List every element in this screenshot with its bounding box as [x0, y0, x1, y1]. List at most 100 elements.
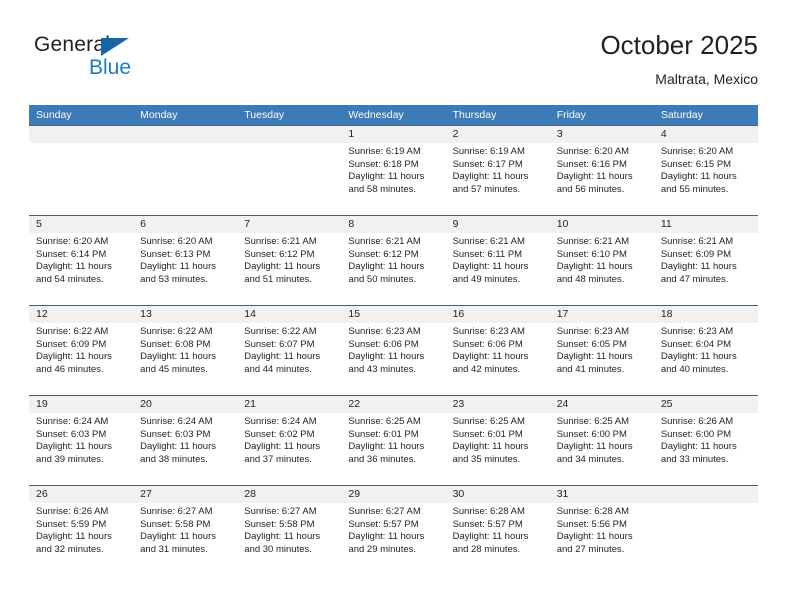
day-number: 26 — [29, 486, 134, 503]
day-cell[interactable]: 21 Sunrise: 6:24 AM Sunset: 6:02 PM Dayl… — [237, 396, 342, 485]
day-cell[interactable]: 27 Sunrise: 6:27 AM Sunset: 5:58 PM Dayl… — [133, 486, 238, 575]
weekday-header-tuesday: Tuesday — [244, 109, 285, 121]
daylight-text: Daylight: 11 hours and 38 minutes. — [140, 441, 217, 465]
day-cell[interactable]: 6 Sunrise: 6:20 AM Sunset: 6:13 PM Dayli… — [133, 216, 238, 305]
daylight-text: Daylight: 11 hours and 33 minutes. — [660, 441, 737, 465]
day-cell[interactable]: 23 Sunrise: 6:25 AM Sunset: 6:01 PM Dayl… — [445, 396, 550, 485]
brand-logo[interactable]: General Blue — [34, 33, 214, 83]
sunrise-text: Sunrise: 6:22 AM — [140, 326, 213, 337]
day-cell[interactable]: 7 Sunrise: 6:21 AM Sunset: 6:12 PM Dayli… — [237, 216, 342, 305]
day-cell[interactable]: 9 Sunrise: 6:21 AM Sunset: 6:11 PM Dayli… — [445, 216, 550, 305]
day-cell[interactable] — [653, 486, 758, 575]
week-row: 19 Sunrise: 6:24 AM Sunset: 6:03 PM Dayl… — [29, 395, 758, 485]
sunset-text: Sunset: 6:06 PM — [452, 338, 523, 350]
day-number: 30 — [445, 486, 550, 503]
day-cell[interactable]: 16 Sunrise: 6:23 AM Sunset: 6:06 PM Dayl… — [445, 306, 550, 395]
daylight-text: Daylight: 11 hours and 51 minutes. — [244, 261, 321, 285]
weekday-header-row: Sunday Monday Tuesday Wednesday Thursday… — [29, 105, 758, 125]
day-info: Sunrise: 6:20 AM Sunset: 6:14 PM Dayligh… — [29, 233, 133, 286]
day-cell[interactable]: 25 Sunrise: 6:26 AM Sunset: 6:00 PM Dayl… — [653, 396, 758, 485]
sunrise-text: Sunrise: 6:21 AM — [348, 236, 421, 247]
daylight-text: Daylight: 11 hours and 37 minutes. — [244, 441, 321, 465]
day-info: Sunrise: 6:25 AM Sunset: 6:01 PM Dayligh… — [341, 413, 445, 466]
daylight-text: Daylight: 11 hours and 57 minutes. — [452, 171, 529, 195]
day-cell[interactable]: 28 Sunrise: 6:27 AM Sunset: 5:58 PM Dayl… — [237, 486, 342, 575]
day-number: 5 — [29, 216, 134, 233]
day-cell[interactable]: 31 Sunrise: 6:28 AM Sunset: 5:56 PM Dayl… — [549, 486, 654, 575]
daylight-text: Daylight: 11 hours and 34 minutes. — [556, 441, 633, 465]
sunset-text: Sunset: 6:11 PM — [452, 248, 523, 260]
day-info: Sunrise: 6:21 AM Sunset: 6:10 PM Dayligh… — [550, 233, 654, 286]
logo-primary-text: General — [34, 33, 111, 56]
weekday-header-friday: Friday — [556, 109, 586, 121]
sunrise-text: Sunrise: 6:25 AM — [452, 416, 525, 427]
weekday-header-wednesday: Wednesday — [348, 109, 404, 121]
day-cell[interactable]: 1 Sunrise: 6:19 AM Sunset: 6:18 PM Dayli… — [341, 126, 446, 215]
sunset-text: Sunset: 6:03 PM — [36, 428, 107, 440]
day-number: 22 — [341, 396, 446, 413]
sunset-text: Sunset: 6:00 PM — [660, 428, 732, 440]
day-number: 1 — [341, 126, 446, 143]
day-number: 3 — [549, 126, 654, 143]
day-cell[interactable]: 29 Sunrise: 6:27 AM Sunset: 5:57 PM Dayl… — [341, 486, 446, 575]
page-subtitle: Maltrata, Mexico — [655, 71, 758, 87]
day-cell[interactable]: 3 Sunrise: 6:20 AM Sunset: 6:16 PM Dayli… — [549, 126, 654, 215]
sunrise-text: Sunrise: 6:21 AM — [244, 236, 317, 247]
weekday-header-monday: Monday — [140, 109, 178, 121]
day-cell[interactable] — [29, 126, 134, 215]
day-cell[interactable]: 8 Sunrise: 6:21 AM Sunset: 6:12 PM Dayli… — [341, 216, 446, 305]
day-cell[interactable]: 26 Sunrise: 6:26 AM Sunset: 5:59 PM Dayl… — [29, 486, 134, 575]
day-cell[interactable] — [133, 126, 238, 215]
day-cell[interactable]: 20 Sunrise: 6:24 AM Sunset: 6:03 PM Dayl… — [133, 396, 238, 485]
day-cell[interactable]: 15 Sunrise: 6:23 AM Sunset: 6:06 PM Dayl… — [341, 306, 446, 395]
sunrise-text: Sunrise: 6:19 AM — [348, 146, 421, 157]
day-info: Sunrise: 6:27 AM Sunset: 5:58 PM Dayligh… — [133, 503, 237, 556]
day-number: 28 — [237, 486, 342, 503]
day-cell[interactable]: 19 Sunrise: 6:24 AM Sunset: 6:03 PM Dayl… — [29, 396, 134, 485]
day-number: 15 — [341, 306, 446, 323]
sunrise-text: Sunrise: 6:28 AM — [556, 506, 630, 517]
day-cell[interactable]: 17 Sunrise: 6:23 AM Sunset: 6:05 PM Dayl… — [549, 306, 654, 395]
logo-secondary-text: Blue — [89, 56, 132, 79]
sunset-text: Sunset: 6:15 PM — [660, 158, 732, 170]
day-cell[interactable]: 13 Sunrise: 6:22 AM Sunset: 6:08 PM Dayl… — [133, 306, 238, 395]
day-number: 27 — [133, 486, 238, 503]
sunrise-text: Sunrise: 6:26 AM — [36, 506, 109, 517]
sunset-text: Sunset: 5:57 PM — [452, 518, 523, 530]
day-cell[interactable] — [237, 126, 342, 215]
day-cell[interactable]: 14 Sunrise: 6:22 AM Sunset: 6:07 PM Dayl… — [237, 306, 342, 395]
day-info — [237, 143, 341, 146]
sunrise-text: Sunrise: 6:20 AM — [36, 236, 109, 247]
day-cell[interactable]: 18 Sunrise: 6:23 AM Sunset: 6:04 PM Dayl… — [653, 306, 758, 395]
sunset-text: Sunset: 6:13 PM — [140, 248, 211, 260]
day-number — [237, 126, 342, 143]
day-cell[interactable]: 30 Sunrise: 6:28 AM Sunset: 5:57 PM Dayl… — [445, 486, 550, 575]
daylight-text: Daylight: 11 hours and 35 minutes. — [452, 441, 529, 465]
day-info: Sunrise: 6:23 AM Sunset: 6:04 PM Dayligh… — [654, 323, 758, 376]
sunrise-text: Sunrise: 6:21 AM — [452, 236, 525, 247]
day-info: Sunrise: 6:21 AM Sunset: 6:11 PM Dayligh… — [446, 233, 550, 286]
weekday-header-sunday: Sunday — [36, 109, 72, 121]
day-info: Sunrise: 6:22 AM Sunset: 6:08 PM Dayligh… — [133, 323, 237, 376]
day-cell[interactable]: 10 Sunrise: 6:21 AM Sunset: 6:10 PM Dayl… — [549, 216, 654, 305]
day-cell[interactable]: 24 Sunrise: 6:25 AM Sunset: 6:00 PM Dayl… — [549, 396, 654, 485]
day-number: 20 — [133, 396, 238, 413]
sunrise-text: Sunrise: 6:25 AM — [556, 416, 630, 427]
day-cell[interactable]: 2 Sunrise: 6:19 AM Sunset: 6:17 PM Dayli… — [445, 126, 550, 215]
day-number: 6 — [133, 216, 238, 233]
sunrise-text: Sunrise: 6:25 AM — [348, 416, 421, 427]
day-number — [653, 486, 758, 503]
day-cell[interactable]: 12 Sunrise: 6:22 AM Sunset: 6:09 PM Dayl… — [29, 306, 134, 395]
sunset-text: Sunset: 6:05 PM — [556, 338, 627, 350]
day-info: Sunrise: 6:23 AM Sunset: 6:05 PM Dayligh… — [550, 323, 654, 376]
sunrise-text: Sunrise: 6:23 AM — [556, 326, 630, 337]
day-cell[interactable]: 4 Sunrise: 6:20 AM Sunset: 6:15 PM Dayli… — [653, 126, 758, 215]
day-info: Sunrise: 6:21 AM Sunset: 6:12 PM Dayligh… — [341, 233, 445, 286]
day-info: Sunrise: 6:27 AM Sunset: 5:58 PM Dayligh… — [237, 503, 341, 556]
day-cell[interactable]: 11 Sunrise: 6:21 AM Sunset: 6:09 PM Dayl… — [653, 216, 758, 305]
day-cell[interactable]: 5 Sunrise: 6:20 AM Sunset: 6:14 PM Dayli… — [29, 216, 134, 305]
sunrise-text: Sunrise: 6:19 AM — [452, 146, 525, 157]
daylight-text: Daylight: 11 hours and 40 minutes. — [660, 351, 737, 375]
daylight-text: Daylight: 11 hours and 48 minutes. — [556, 261, 633, 285]
day-cell[interactable]: 22 Sunrise: 6:25 AM Sunset: 6:01 PM Dayl… — [341, 396, 446, 485]
